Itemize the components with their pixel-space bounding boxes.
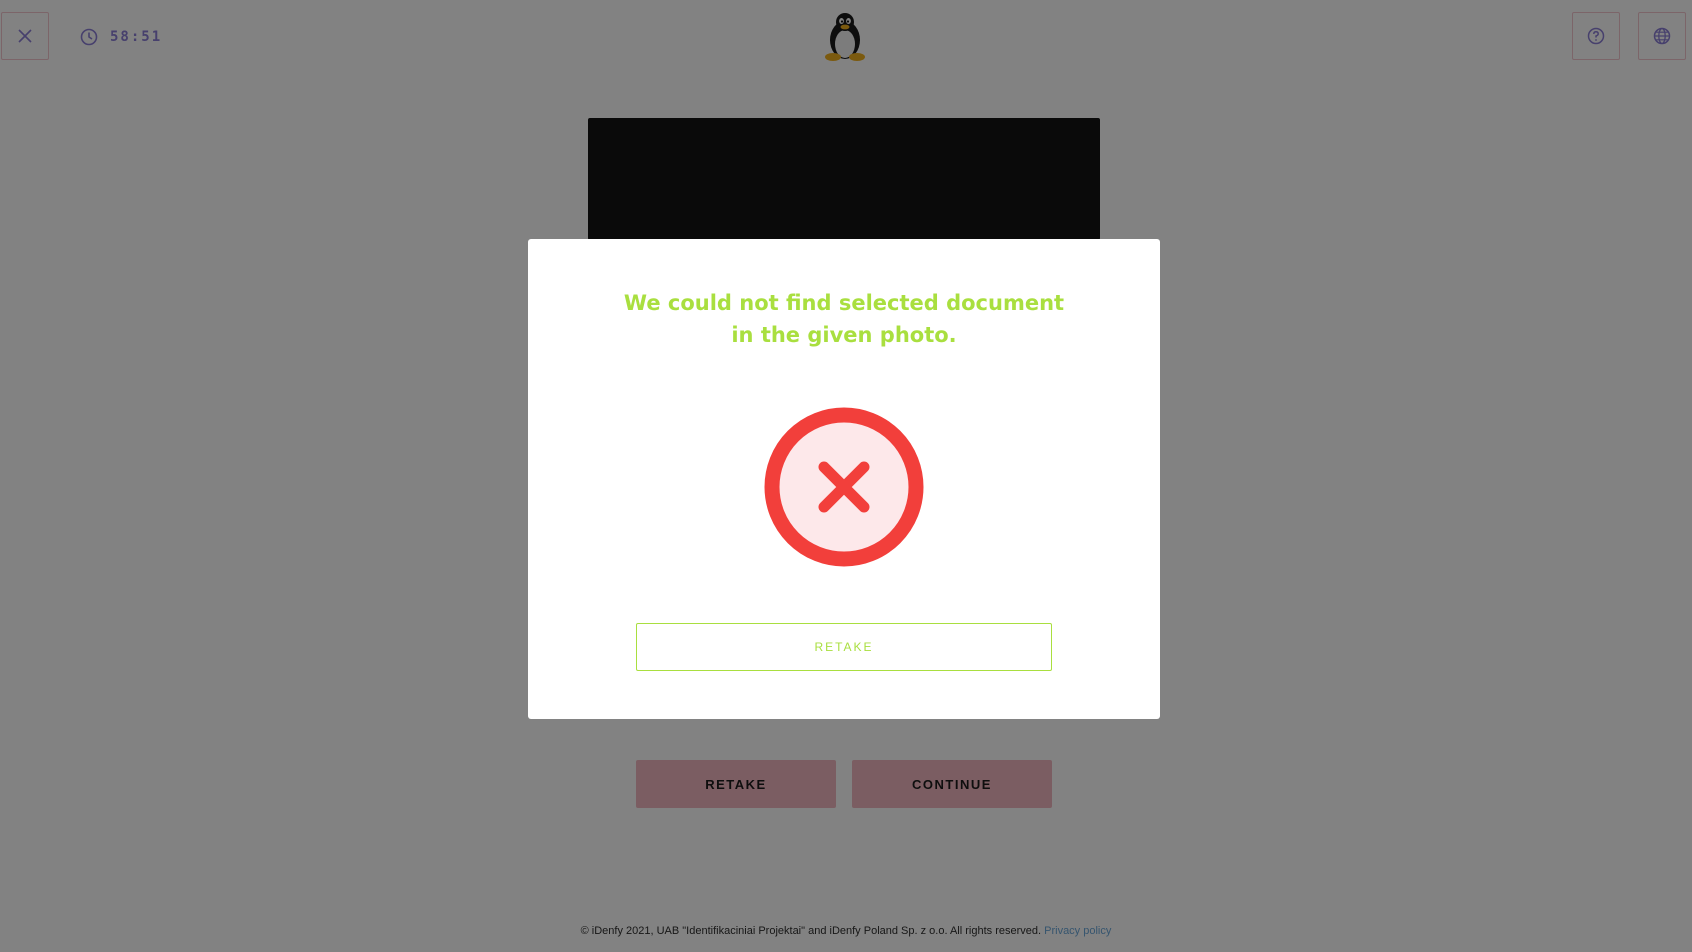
- error-dialog: We could not find selected document in t…: [528, 239, 1160, 719]
- dialog-title-line-1: We could not find selected document: [623, 291, 1065, 315]
- dialog-title-line-2: in the given photo.: [731, 323, 957, 347]
- dialog-title: We could not find selected document in t…: [588, 287, 1100, 351]
- error-x-circle-icon: [764, 407, 924, 567]
- dialog-retake-button[interactable]: RETAKE: [636, 623, 1052, 671]
- verification-page: 58:51 RETAKE CONTINUE © iDenfy 2021, UAB…: [0, 0, 1692, 952]
